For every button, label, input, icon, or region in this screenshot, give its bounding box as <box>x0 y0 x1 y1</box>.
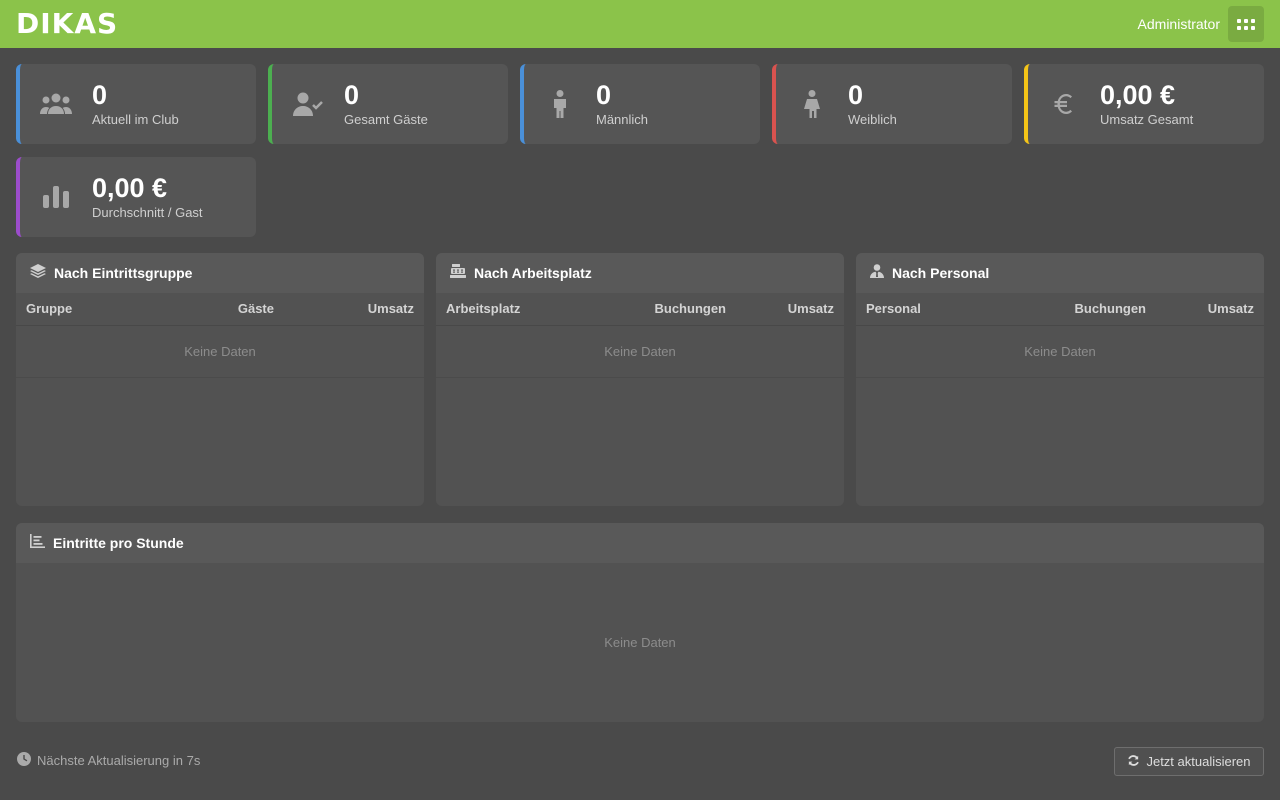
column-header[interactable]: Umsatz <box>1156 293 1264 325</box>
apps-grid-icon <box>1237 18 1255 30</box>
stat-card-aktuell: 0 Aktuell im Club <box>16 64 256 144</box>
stat-label: Weiblich <box>848 112 897 128</box>
panel-eintritte-pro-stunde: Eintritte pro Stunde Keine Daten <box>16 523 1264 722</box>
panel-header: Nach Personal <box>856 253 1264 293</box>
empty-text: Keine Daten <box>16 325 424 378</box>
column-header[interactable]: Umsatz <box>736 293 844 325</box>
panel-header: Nach Eintrittsgruppe <box>16 253 424 293</box>
bar-chart-icon <box>20 157 92 237</box>
panel-header: Eintritte pro Stunde <box>16 523 1264 563</box>
clock-icon <box>17 752 31 769</box>
panel-eintrittsgruppe: Nach Eintrittsgruppe Gruppe Gäste Umsatz… <box>16 253 424 506</box>
refresh-now-button[interactable]: Jetzt aktualisieren <box>1114 747 1264 776</box>
apps-menu-button[interactable] <box>1228 6 1264 42</box>
arbeitsplatz-table: Arbeitsplatz Buchungen Umsatz Keine Date… <box>436 293 844 378</box>
stat-value: 0,00 € <box>92 172 168 203</box>
stat-card-durchschnitt: 0,00 € Durchschnitt / Gast <box>16 157 256 237</box>
topbar-right: Administrator <box>1138 6 1264 42</box>
empty-row: Keine Daten <box>856 325 1264 378</box>
column-header[interactable]: Gäste <box>161 293 284 325</box>
empty-row: Keine Daten <box>16 325 424 378</box>
table-header-row: Personal Buchungen Umsatz <box>856 293 1264 325</box>
column-header[interactable]: Buchungen <box>588 293 736 325</box>
panel-personal: Nach Personal Personal Buchungen Umsatz … <box>856 253 1264 506</box>
euro-icon <box>1028 64 1100 144</box>
table-header-row: Gruppe Gäste Umsatz <box>16 293 424 325</box>
stat-value: 0,00 € <box>1100 79 1176 110</box>
cash-register-icon <box>450 263 466 283</box>
user-tie-icon <box>870 263 884 283</box>
column-header[interactable]: Gruppe <box>16 293 161 325</box>
column-header[interactable]: Personal <box>856 293 991 325</box>
stat-card-maennlich: 0 Männlich <box>520 64 760 144</box>
panel-title: Nach Personal <box>892 265 990 281</box>
stat-card-umsatz-gesamt: 0,00 € Umsatz Gesamt <box>1024 64 1264 144</box>
refresh-status-text: Nächste Aktualisierung in 7s <box>37 753 201 768</box>
panel-title: Eintritte pro Stunde <box>53 535 184 551</box>
top-bar: DIKAS Administrator <box>0 0 1280 48</box>
logo[interactable]: DIKAS <box>16 10 118 38</box>
column-header[interactable]: Arbeitsplatz <box>436 293 588 325</box>
column-header[interactable]: Umsatz <box>284 293 424 325</box>
user-check-icon <box>272 64 344 144</box>
stat-label: Umsatz Gesamt <box>1100 112 1194 128</box>
stat-value: 0 <box>92 79 108 110</box>
empty-text: Keine Daten <box>856 325 1264 378</box>
panel-header: Nach Arbeitsplatz <box>436 253 844 293</box>
layers-icon <box>30 263 46 283</box>
table-header-row: Arbeitsplatz Buchungen Umsatz <box>436 293 844 325</box>
empty-row: Keine Daten <box>436 325 844 378</box>
panel-title: Nach Arbeitsplatz <box>474 265 592 281</box>
male-icon <box>524 64 596 144</box>
eintrittsgruppe-table: Gruppe Gäste Umsatz Keine Daten <box>16 293 424 378</box>
group-icon <box>20 64 92 144</box>
stat-card-weiblich: 0 Weiblich <box>772 64 1012 144</box>
user-name[interactable]: Administrator <box>1138 16 1220 32</box>
stat-label: Aktuell im Club <box>92 112 179 128</box>
refresh-icon <box>1127 754 1140 770</box>
area-chart-icon <box>30 533 45 553</box>
panel-arbeitsplatz: Nach Arbeitsplatz Arbeitsplatz Buchungen… <box>436 253 844 506</box>
personal-table: Personal Buchungen Umsatz Keine Daten <box>856 293 1264 378</box>
refresh-status: Nächste Aktualisierung in 7s <box>17 752 200 769</box>
panel-title: Nach Eintrittsgruppe <box>54 265 193 281</box>
stat-value: 0 <box>848 79 864 110</box>
stat-card-gesamt-gaeste: 0 Gesamt Gäste <box>268 64 508 144</box>
empty-text: Keine Daten <box>436 325 844 378</box>
stat-label: Männlich <box>596 112 649 128</box>
chart-empty-text: Keine Daten <box>604 635 676 650</box>
stat-value: 0 <box>344 79 360 110</box>
stat-value: 0 <box>596 79 612 110</box>
refresh-button-label: Jetzt aktualisieren <box>1146 754 1251 769</box>
stat-label: Gesamt Gäste <box>344 112 428 128</box>
female-icon <box>776 64 848 144</box>
column-header[interactable]: Buchungen <box>991 293 1156 325</box>
stat-label: Durchschnitt / Gast <box>92 205 203 221</box>
